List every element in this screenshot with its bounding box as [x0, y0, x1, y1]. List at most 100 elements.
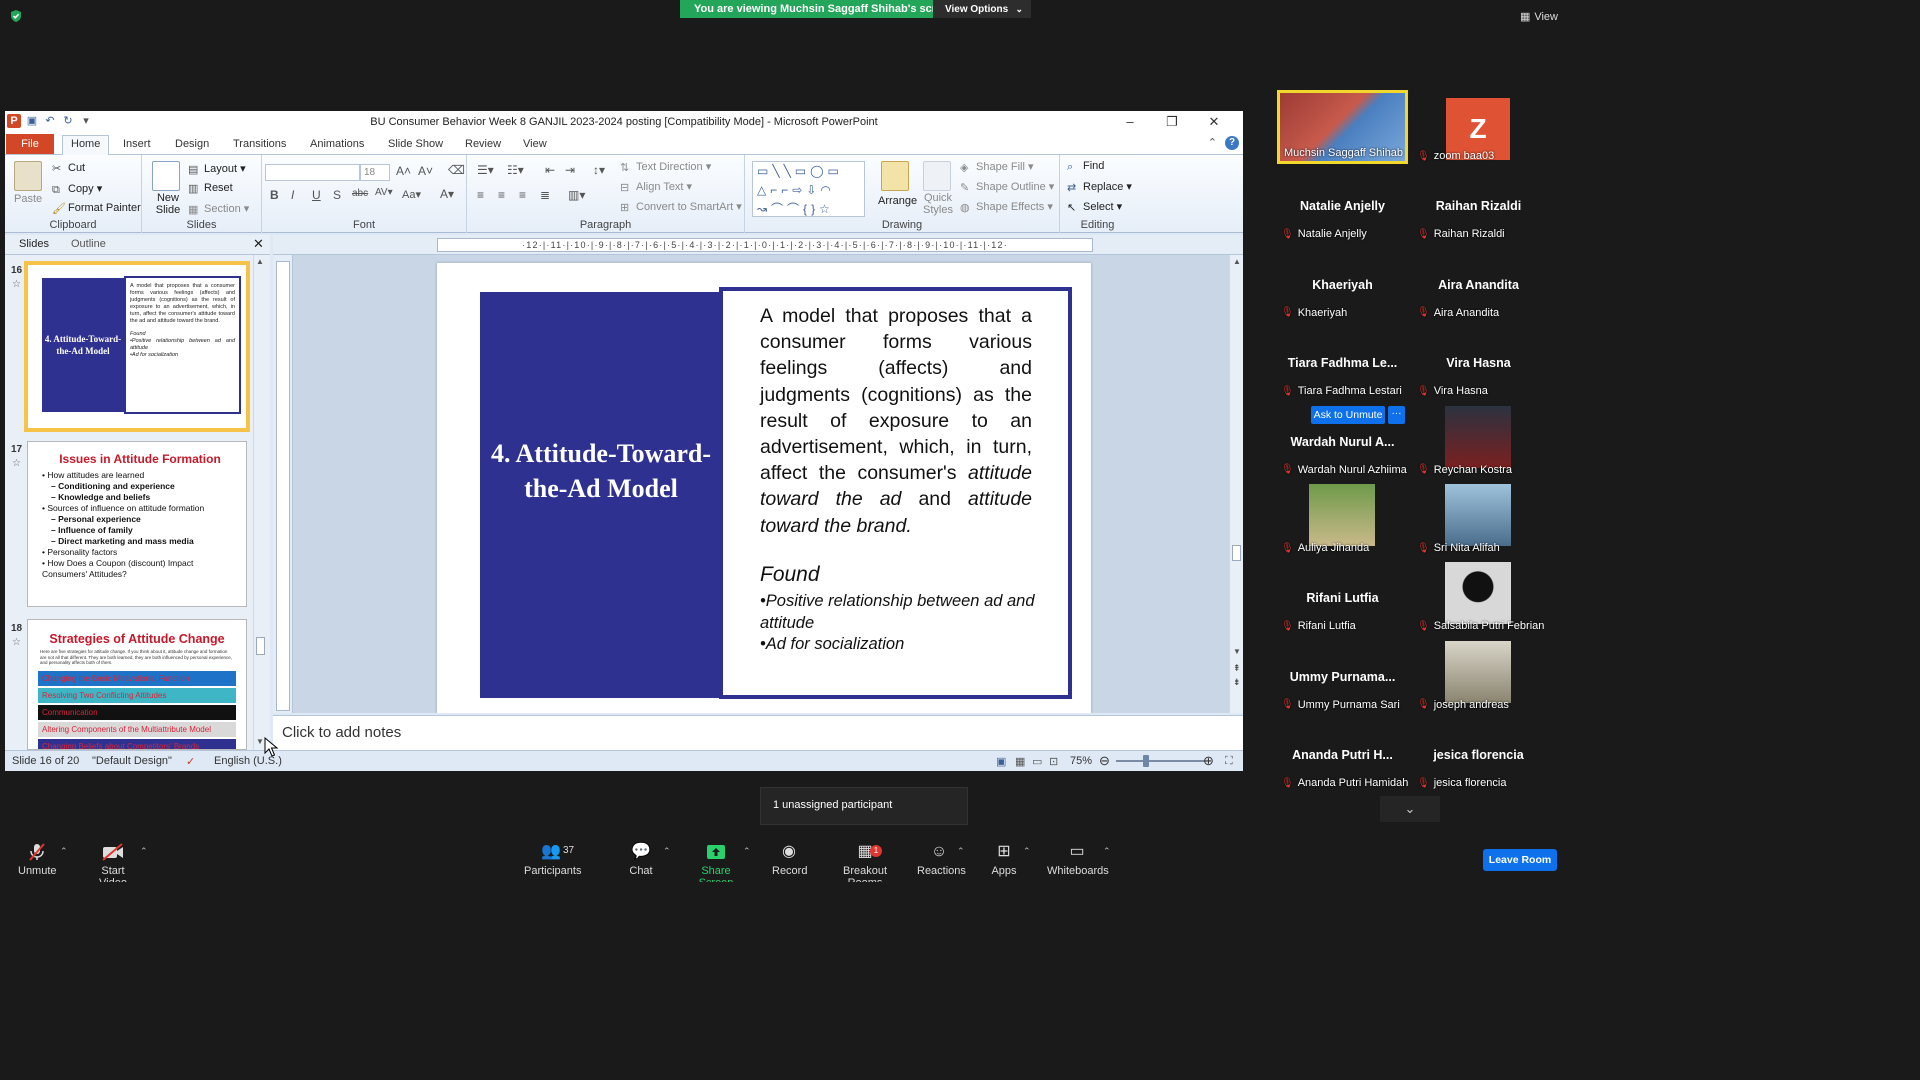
participant-tile[interactable]: Natalie Anjelly 🎙 Natalie Anjelly [1277, 168, 1408, 243]
quick-styles-icon[interactable] [923, 161, 951, 191]
participant-tile[interactable]: Z 🎙 zoom baa03 [1413, 90, 1544, 164]
view-button[interactable]: ▦ View [1520, 10, 1558, 24]
slide-thumbnail-18[interactable]: Strategies of Attitude Change Here are f… [27, 619, 247, 750]
participant-tile[interactable]: Tiara Fadhma Le... 🎙 Tiara Fadhma Lestari [1277, 325, 1408, 400]
help-icon[interactable]: ? [1225, 136, 1239, 150]
justify-icon[interactable]: ≣ [540, 188, 550, 202]
tab-slides[interactable]: Slides [19, 238, 49, 250]
find-button[interactable]: ⌕ Find [1067, 160, 1104, 173]
tab-insert[interactable]: Insert [115, 136, 159, 152]
gallery-next-page-button[interactable]: ⌄ [1380, 796, 1440, 822]
restore-icon[interactable]: ❐ [1151, 112, 1193, 132]
tab-design[interactable]: Design [167, 136, 217, 152]
minimize-icon[interactable]: – [1109, 112, 1151, 132]
new-slide-button[interactable]: New Slide [151, 192, 185, 216]
participant-tile[interactable]: 🎙 Reychan Kostra [1413, 403, 1544, 478]
decrease-indent-icon[interactable]: ⇤ [545, 163, 555, 177]
participant-tile[interactable]: Raihan Rizaldi 🎙 Raihan Rizaldi [1413, 168, 1544, 243]
font-size-dropdown[interactable]: 18 [360, 164, 390, 181]
shapes-gallery[interactable]: ▭╲╲▭◯▭ △⌐⌐⇨⇩◠ ↝⌒⌒{}☆ [752, 161, 865, 217]
scroll-up-icon[interactable]: ▲ [1233, 257, 1241, 266]
participant-tile[interactable]: Vira Hasna 🎙 Vira Hasna [1413, 325, 1544, 400]
participant-tile[interactable]: Ummy Purnama... 🎙 Ummy Purnama Sari [1277, 638, 1408, 713]
participant-tile[interactable]: Ananda Putri H... 🎙 Ananda Putri Hamidah [1277, 717, 1408, 792]
participant-tile[interactable]: Khaeriyah 🎙 Khaeriyah [1277, 246, 1408, 321]
scroll-thumb[interactable] [256, 637, 265, 655]
italic-icon[interactable]: I [291, 188, 294, 202]
underline-icon[interactable]: U [312, 188, 321, 202]
grow-font-icon[interactable]: A˄ [396, 164, 411, 178]
zoom-level[interactable]: 75% [1070, 755, 1092, 767]
numbering-icon[interactable]: ☷▾ [507, 163, 524, 177]
tab-slide-show[interactable]: Slide Show [380, 136, 451, 152]
scroll-down-icon[interactable]: ▼ [1233, 647, 1241, 656]
audio-options-caret[interactable]: ⌃ [60, 846, 68, 857]
slide-thumbnail-17[interactable]: Issues in Attitude Formation • How attit… [27, 441, 247, 607]
align-text-button[interactable]: ⊟ Align Text ▾ [620, 180, 692, 194]
participant-tile[interactable]: Aira Anandita 🎙 Aira Anandita [1413, 246, 1544, 321]
reactions-button[interactable]: ☺ Reactions [917, 842, 966, 877]
ask-to-unmute-button[interactable]: Ask to Unmute [1311, 406, 1385, 424]
participant-tile[interactable]: 🎙 Sri Nita Alifah [1413, 482, 1544, 556]
zoom-in-icon[interactable]: ⊕ [1203, 753, 1214, 769]
shape-outline-button[interactable]: ✎ Shape Outline ▾ [960, 180, 1054, 194]
font-color-icon[interactable]: A▾ [440, 187, 454, 201]
replace-button[interactable]: ⇄ Replace ▾ [1067, 180, 1132, 194]
slide-thumbnail-16[interactable]: 4. Attitude-Toward-the-Ad Model A model … [24, 261, 250, 432]
close-icon[interactable]: ✕ [1193, 112, 1235, 132]
tab-review[interactable]: Review [457, 136, 509, 152]
slide-title[interactable]: 4. Attitude-Toward-the-Ad Model [480, 292, 722, 698]
align-right-icon[interactable]: ≡ [519, 188, 526, 202]
participant-tile[interactable]: 🎙 Salsabila Putri Febrianti [1413, 560, 1544, 635]
line-spacing-icon[interactable]: ↕▾ [593, 163, 605, 177]
video-options-caret[interactable]: ⌃ [140, 846, 148, 857]
tab-transitions[interactable]: Transitions [225, 136, 294, 152]
start-video-button[interactable]: Start Video [86, 842, 140, 882]
change-case-icon[interactable]: Aa▾ [402, 188, 421, 201]
share-screen-button[interactable]: Share Screen [687, 842, 745, 882]
shape-effects-button[interactable]: ◍ Shape Effects ▾ [960, 200, 1053, 214]
participant-tile[interactable]: Rifani Lutfia 🎙 Rifani Lutfia [1277, 560, 1408, 635]
font-name-dropdown[interactable] [265, 164, 360, 181]
convert-smartart-button[interactable]: ⊞ Convert to SmartArt ▾ [620, 200, 742, 214]
new-slide-icon[interactable] [152, 161, 180, 191]
zoom-out-icon[interactable]: ⊖ [1099, 753, 1110, 769]
reading-view-icon[interactable]: ▭ [1032, 755, 1042, 768]
minimize-ribbon-icon[interactable]: ⌃ [1208, 136, 1217, 150]
bullets-icon[interactable]: ☰▾ [477, 163, 494, 177]
shrink-font-icon[interactable]: A˅ [418, 164, 433, 178]
notes-placeholder[interactable]: Click to add notes [282, 724, 401, 741]
participant-tile[interactable]: Muchsin Saggaff Shihab [1277, 90, 1408, 164]
shape-fill-button[interactable]: ◈ Shape Fill ▾ [960, 160, 1034, 174]
apps-button[interactable]: ⊞ Apps [990, 842, 1018, 877]
chat-options-caret[interactable]: ⌃ [663, 846, 671, 857]
reactions-options-caret[interactable]: ⌃ [957, 846, 965, 857]
unmute-button[interactable]: Unmute [18, 842, 57, 877]
increase-indent-icon[interactable]: ⇥ [565, 163, 575, 177]
scroll-down-icon[interactable]: ▼ [256, 737, 264, 746]
tab-home[interactable]: Home [62, 135, 110, 155]
panel-scrollbar[interactable]: ▲ ▼ [253, 255, 267, 750]
participant-tile[interactable]: 🎙 Auliya Jihanda [1277, 482, 1408, 556]
whiteboards-button[interactable]: ▭ Whiteboards [1047, 842, 1109, 877]
slide-show-icon[interactable]: ⊡ [1049, 755, 1058, 768]
columns-icon[interactable]: ▥▾ [568, 188, 585, 202]
editor-scrollbar[interactable]: ▲ ▼ ⇞ ⇟ [1229, 255, 1243, 713]
apps-options-caret[interactable]: ⌃ [1023, 846, 1031, 857]
section-button[interactable]: ▦ Section ▾ [188, 202, 249, 216]
notes-pane[interactable]: Click to add notes [273, 715, 1243, 750]
record-button[interactable]: ◉ Record [772, 842, 807, 877]
participant-tile[interactable]: 🎙 joseph andreas [1413, 638, 1544, 713]
paste-icon[interactable] [14, 161, 42, 191]
scroll-thumb[interactable] [1232, 545, 1241, 561]
shadow-icon[interactable]: S [333, 188, 341, 202]
normal-view-icon[interactable]: ▣ [996, 755, 1006, 768]
copy-button[interactable]: ⧉ Copy ▾ [52, 182, 102, 196]
align-center-icon[interactable]: ≡ [498, 188, 505, 202]
quick-styles-button[interactable]: Quick Styles [921, 192, 955, 216]
strikethrough-icon[interactable]: abc [352, 188, 368, 199]
char-spacing-icon[interactable]: AV▾ [375, 187, 393, 198]
close-panel-icon[interactable]: ✕ [253, 236, 264, 252]
leave-room-button[interactable]: Leave Room [1483, 849, 1557, 871]
scroll-up-icon[interactable]: ▲ [256, 257, 264, 266]
